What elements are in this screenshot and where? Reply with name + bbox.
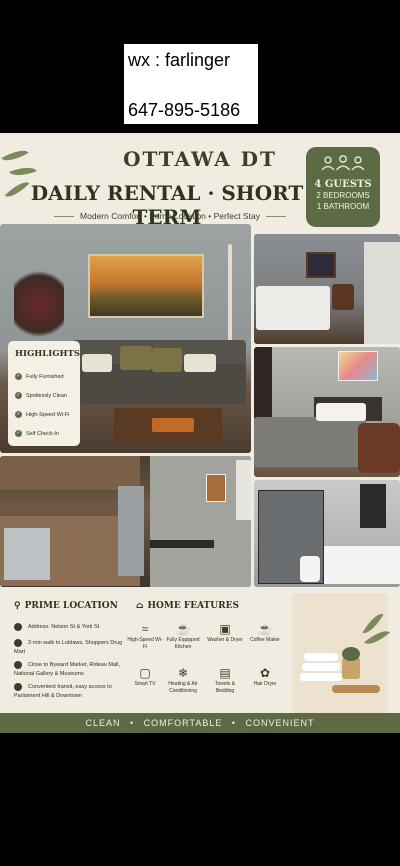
bedroom-photo-1: [254, 234, 400, 344]
location-item: Convenient transit, easy access to Parli…: [14, 683, 112, 699]
washer-icon: ▣: [219, 622, 231, 636]
bathrooms-count: 1 BATHROOM: [316, 202, 370, 211]
map-pin-icon: ⚲: [14, 601, 21, 611]
feature-item: ❄ Heating & Air Conditioning: [164, 665, 202, 695]
highlight-item: ✓ Spotlessly Clean: [15, 392, 67, 399]
pin-icon: [14, 623, 22, 631]
feature-item: ≈ High-Speed Wi-Fi: [127, 622, 163, 650]
check-icon: ✓: [15, 411, 22, 418]
guests-count: 4 GUESTS: [314, 179, 372, 190]
tagline-item: Modern Comfort: [80, 211, 142, 221]
location-heading: ⚲ PRIME LOCATION: [14, 601, 118, 611]
highlight-item: ✓ High-Speed Wi-Fi: [15, 411, 70, 418]
capacity-badge: 4 GUESTS 2 BEDROOMS 1 BATHROOM: [306, 147, 380, 227]
kitchen-photo: [0, 456, 251, 587]
feature-item: ✿ Hair Dryer: [246, 665, 284, 688]
feature-item: ☕ Fully Equipped Kitchen: [164, 621, 202, 651]
bedroom-photo-2: [254, 347, 400, 477]
phone-number[interactable]: 647-895-5186: [128, 100, 240, 121]
towels-decor-image: [292, 593, 390, 713]
location-item: Address: Nelson St & York St: [14, 623, 124, 632]
walk-icon: [14, 639, 22, 647]
towel-icon: ▤: [219, 666, 231, 680]
bedrooms-count: 2 BEDROOMS: [316, 191, 370, 200]
wifi-icon: ≈: [141, 622, 149, 636]
home-icon: ⌂: [136, 601, 144, 611]
rental-flyer: OTTAWA DT DAILY RENTAL · SHORT TERM Mode…: [0, 133, 400, 733]
page-title: DAILY RENTAL · SHORT TERM: [30, 181, 304, 229]
snowflake-icon: ❄: [177, 666, 189, 680]
feature-item: ☕ Coffee Maker: [246, 621, 284, 644]
check-icon: ✓: [15, 430, 22, 437]
plant-decoration: [14, 264, 64, 344]
tv-icon: ▢: [139, 666, 151, 680]
check-icon: ✓: [15, 373, 22, 380]
wechat-id: wx : farlinger: [128, 50, 231, 70]
shop-icon: [14, 661, 22, 669]
contact-card: wx : farlinger 647-895-5186: [124, 44, 258, 124]
location-item: Close to Byward Market, Rideau Mall, Nat…: [14, 661, 121, 677]
check-icon: ✓: [15, 392, 22, 399]
wall-painting: [88, 254, 204, 318]
features-heading: ⌂ HOME FEATURES: [136, 601, 239, 611]
feature-item: ▣ Washer & Dryer: [207, 622, 243, 643]
highlights-panel: HIGHLIGHTS ✓ Fully Furnished ✓ Spotlessly …: [8, 341, 80, 446]
info-section: ⚲ PRIME LOCATION Address: Nelson St & Yor…: [0, 593, 400, 713]
bus-icon: [14, 683, 22, 691]
tagline: Modern Comfort • Prime Location • Perfec…: [40, 211, 300, 221]
pot-icon: ☕: [175, 622, 191, 636]
bathroom-photo: [254, 480, 400, 587]
footer-banner: CLEAN • COMFORTABLE • CONVENIENT: [0, 713, 400, 733]
hair-dryer-icon: ✿: [259, 666, 271, 680]
highlights-heading: HIGHLIGHTS: [15, 349, 81, 359]
feature-item: ▤ Towels & Bedding: [206, 665, 244, 695]
highlight-item: ✓ Self Check-In: [15, 430, 60, 437]
coffee-icon: ☕: [257, 622, 273, 636]
feature-item: ▢ Smart TV: [126, 665, 164, 688]
people-icon: [306, 155, 380, 173]
location-item: 2-min walk to Loblaws, Shoppers Drug Mar…: [14, 639, 123, 655]
tagline-item: Prime Location: [149, 211, 206, 221]
highlight-item: ✓ Fully Furnished: [15, 373, 64, 380]
tagline-item: Perfect Stay: [213, 211, 260, 221]
